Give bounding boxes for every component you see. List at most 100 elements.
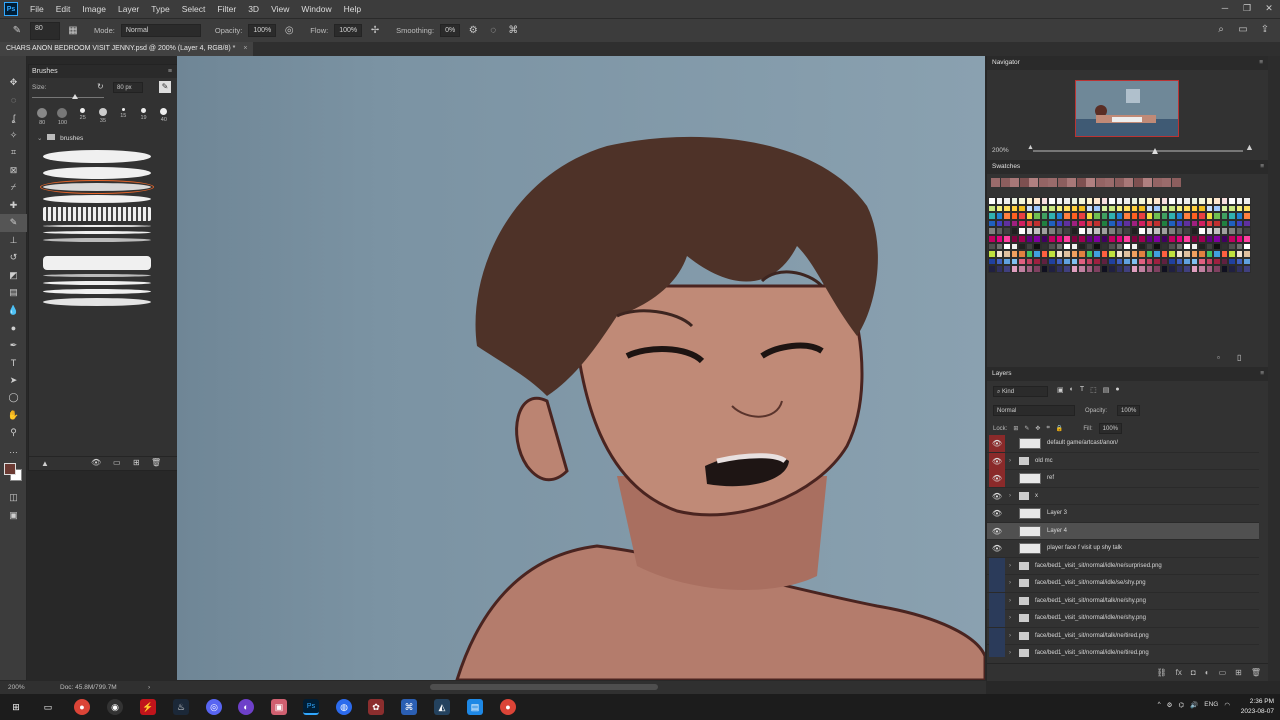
lock-transparent-icon[interactable]: ⊞ bbox=[1013, 425, 1018, 432]
swatch[interactable] bbox=[1235, 197, 1243, 205]
swatch[interactable] bbox=[1100, 265, 1108, 273]
swatch[interactable] bbox=[995, 204, 1003, 213]
swatch[interactable] bbox=[1055, 265, 1063, 273]
game-icon[interactable]: ✿ bbox=[368, 699, 384, 715]
swatch[interactable] bbox=[1055, 204, 1063, 213]
swatch[interactable] bbox=[1108, 227, 1116, 235]
swatch[interactable] bbox=[1213, 197, 1221, 205]
swatch[interactable] bbox=[1055, 234, 1063, 243]
pen-tool-icon[interactable]: ✒ bbox=[0, 337, 27, 355]
menu-3d[interactable]: 3D bbox=[242, 0, 265, 18]
swatch[interactable] bbox=[1138, 227, 1146, 235]
swatch[interactable] bbox=[1130, 204, 1138, 213]
brush-size-small-icon[interactable]: ▲ bbox=[41, 459, 49, 468]
swatch[interactable] bbox=[1115, 234, 1123, 243]
lock-paint-icon[interactable]: ✎ bbox=[1024, 425, 1029, 432]
swatch[interactable] bbox=[988, 204, 996, 213]
swatch[interactable] bbox=[1048, 227, 1056, 235]
swatch[interactable] bbox=[1033, 234, 1041, 243]
filter-shape-icon[interactable]: ⬚ bbox=[1090, 386, 1097, 394]
layer-row[interactable]: › face/bed1_visit_sit/normal/idle/se/shy.… bbox=[987, 575, 1259, 593]
lock-move-icon[interactable]: ✥ bbox=[1035, 425, 1040, 432]
swatch[interactable] bbox=[1130, 234, 1138, 243]
swatch[interactable] bbox=[1205, 234, 1213, 243]
adjustment-layer-icon[interactable]: ◐ bbox=[1205, 668, 1210, 677]
swatch[interactable] bbox=[1010, 219, 1018, 228]
menu-layer[interactable]: Layer bbox=[112, 0, 145, 18]
swatch[interactable] bbox=[1033, 250, 1041, 258]
swatch[interactable] bbox=[1160, 265, 1168, 273]
recent-swatch[interactable] bbox=[1086, 178, 1095, 187]
swatch[interactable] bbox=[1018, 250, 1026, 258]
delete-swatch-icon[interactable]: ▯ bbox=[1237, 353, 1241, 362]
swatch[interactable] bbox=[1010, 250, 1018, 258]
swatch[interactable] bbox=[1168, 204, 1176, 213]
steam-icon[interactable]: ♨ bbox=[173, 699, 189, 715]
swatch[interactable] bbox=[1040, 250, 1048, 258]
frame-tool-icon[interactable]: ⊠ bbox=[0, 162, 27, 180]
swatches-header[interactable]: Swatches ≡ bbox=[987, 160, 1269, 174]
swatch[interactable] bbox=[1093, 212, 1101, 220]
swatch[interactable] bbox=[1040, 234, 1048, 243]
swatch[interactable] bbox=[1228, 219, 1236, 228]
swatch[interactable] bbox=[1040, 212, 1048, 220]
swatch[interactable] bbox=[1063, 234, 1071, 243]
swatch[interactable] bbox=[1123, 257, 1131, 266]
layer-opacity-input[interactable]: 100% bbox=[1117, 405, 1141, 416]
swatch[interactable] bbox=[1018, 234, 1026, 243]
recent-swatch[interactable] bbox=[991, 178, 1000, 187]
expand-arrow-icon[interactable]: › bbox=[1009, 558, 1011, 575]
lock-artboard-icon[interactable]: ⌗ bbox=[1046, 425, 1049, 432]
swatch[interactable] bbox=[1003, 234, 1011, 243]
blur-tool-icon[interactable]: 💧 bbox=[0, 302, 27, 320]
expand-arrow-icon[interactable]: › bbox=[1009, 488, 1011, 505]
brush-stroke-preview[interactable] bbox=[43, 231, 151, 234]
layer-row[interactable]: 👁 ref bbox=[987, 470, 1259, 488]
swatch[interactable] bbox=[1138, 212, 1146, 220]
swatch[interactable] bbox=[1213, 250, 1221, 258]
swatch[interactable] bbox=[1153, 227, 1161, 235]
filter-type-icon[interactable]: T bbox=[1080, 386, 1084, 394]
swatch[interactable] bbox=[1205, 250, 1213, 258]
swatch[interactable] bbox=[988, 250, 996, 258]
swatch[interactable] bbox=[1145, 242, 1153, 251]
brush-stroke-preview[interactable] bbox=[43, 150, 151, 163]
swatch[interactable] bbox=[1220, 212, 1228, 220]
swatch[interactable] bbox=[1078, 219, 1086, 228]
swatch[interactable] bbox=[1063, 250, 1071, 258]
swatch[interactable] bbox=[1078, 212, 1086, 220]
tray-expand-icon[interactable]: ^ bbox=[1158, 701, 1161, 709]
swatch[interactable] bbox=[995, 234, 1003, 243]
visibility-eye-icon[interactable] bbox=[989, 645, 1005, 657]
recent-swatch[interactable] bbox=[1171, 178, 1181, 187]
swatch[interactable] bbox=[1040, 257, 1048, 266]
swatch[interactable] bbox=[1070, 212, 1078, 220]
crop-tool-icon[interactable]: ⌗ bbox=[0, 144, 27, 162]
swatch[interactable] bbox=[1175, 257, 1183, 266]
swatch[interactable] bbox=[1198, 250, 1206, 258]
swatch[interactable] bbox=[1198, 257, 1206, 266]
swatch[interactable] bbox=[1018, 197, 1026, 205]
panel-menu-icon[interactable]: ≡ bbox=[1259, 56, 1263, 70]
swatch[interactable] bbox=[1018, 265, 1026, 273]
swatch[interactable] bbox=[1018, 219, 1026, 228]
recent-swatch[interactable] bbox=[1010, 178, 1019, 187]
github-icon[interactable]: ◐ bbox=[238, 699, 254, 715]
swatch[interactable] bbox=[1100, 219, 1108, 228]
navigator-header[interactable]: Navigator ≡ bbox=[987, 56, 1268, 70]
swatch[interactable] bbox=[1123, 234, 1131, 243]
swatch[interactable] bbox=[1235, 242, 1243, 251]
swatch[interactable] bbox=[1003, 197, 1011, 205]
swatch[interactable] bbox=[1003, 257, 1011, 266]
brush-stroke-preview[interactable] bbox=[43, 238, 151, 242]
swatch[interactable] bbox=[1078, 234, 1086, 243]
brush-stroke-preview[interactable] bbox=[43, 225, 151, 227]
swatch[interactable] bbox=[1040, 197, 1048, 205]
recent-swatch[interactable] bbox=[1152, 178, 1162, 187]
swatch[interactable] bbox=[1130, 227, 1138, 235]
swatch[interactable] bbox=[1033, 265, 1041, 273]
swatch[interactable] bbox=[1168, 250, 1176, 258]
navigator-zoom[interactable]: 200% bbox=[992, 147, 1009, 154]
delete-layer-icon[interactable]: 🗑 bbox=[1251, 668, 1261, 677]
swatch[interactable] bbox=[1055, 197, 1063, 205]
